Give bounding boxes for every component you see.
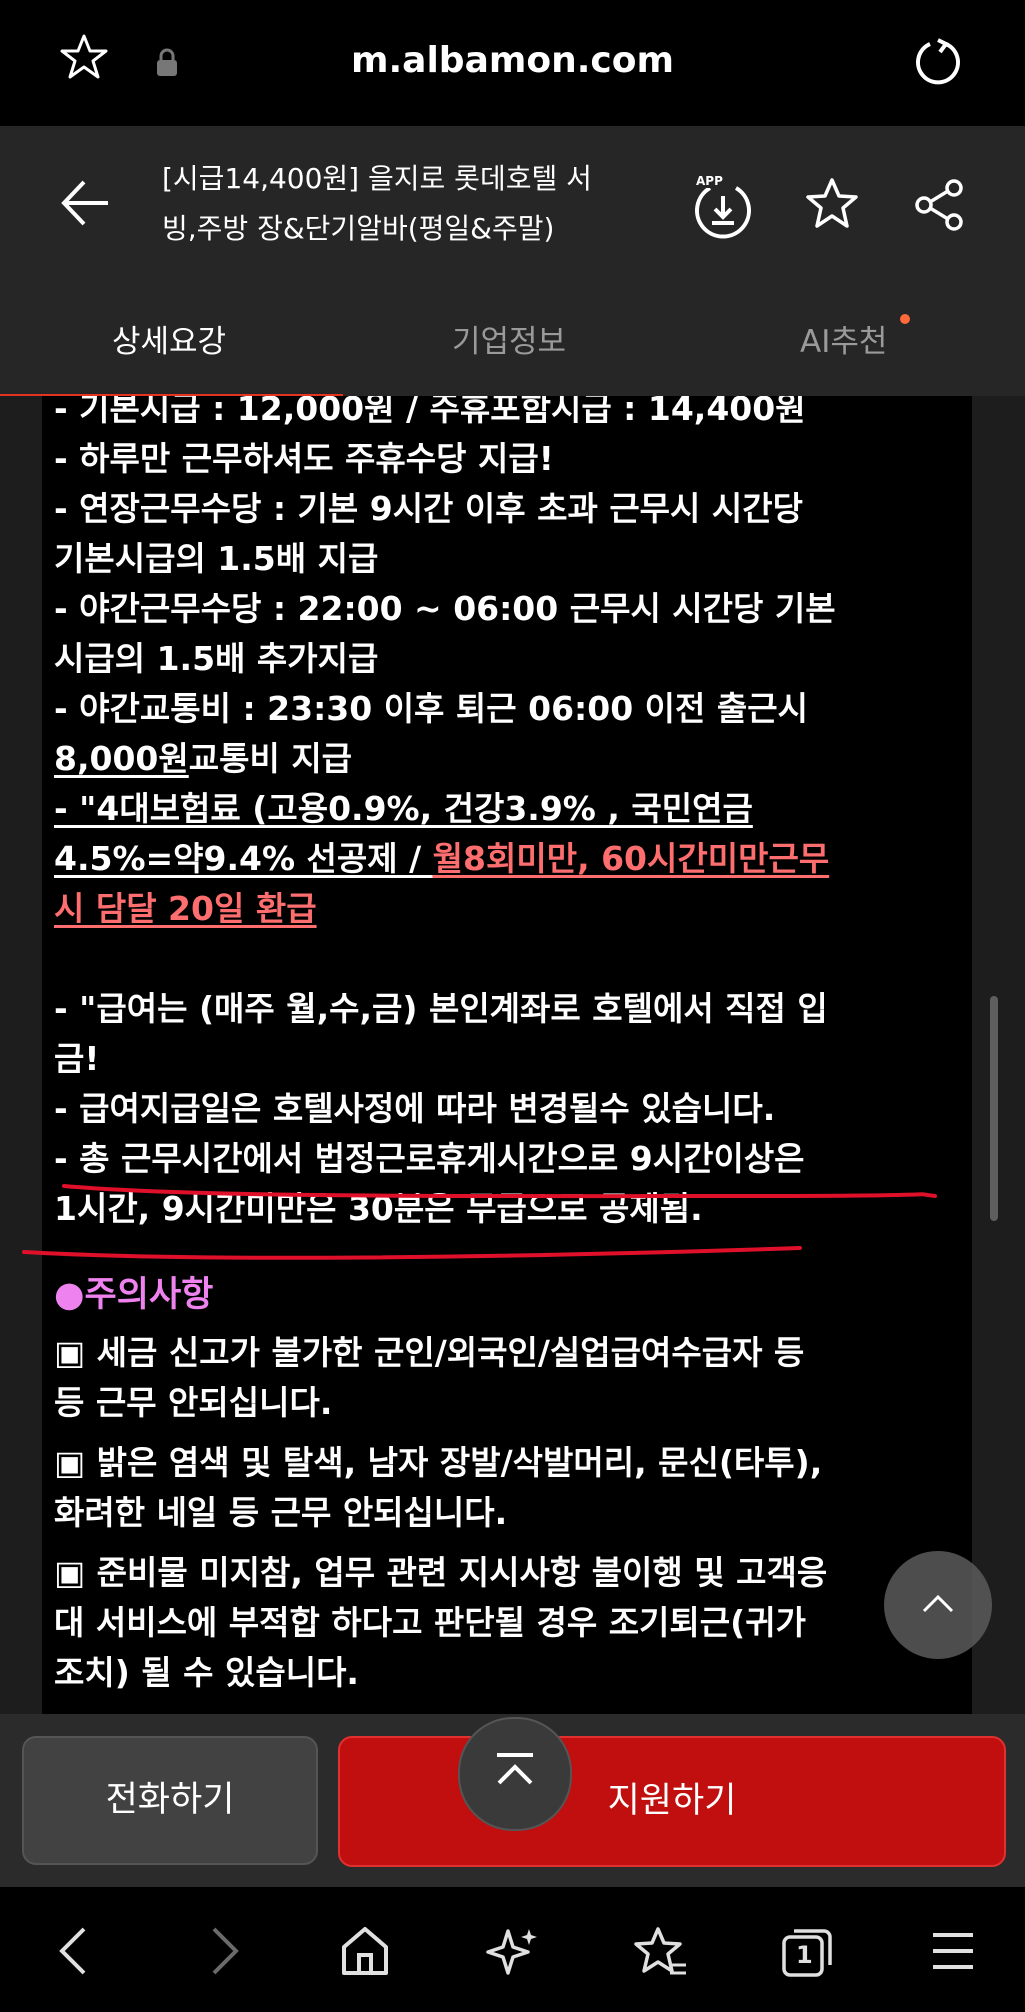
browser-nav-bar: 1	[0, 1887, 1025, 2012]
bookmark-star-icon[interactable]	[804, 176, 860, 232]
chevron-up-icon	[922, 1594, 954, 1613]
job-title: [시급14,400원] 을지로 롯데호텔 서 빙,주방 장&단기알바(평일&주말…	[162, 154, 662, 254]
scroll-top-icon	[497, 1753, 533, 1785]
tab-ai-recommend[interactable]: AI추천	[800, 316, 887, 361]
back-arrow-icon[interactable]	[58, 176, 112, 230]
reload-icon[interactable]	[912, 36, 964, 88]
tabs-button[interactable]: 1	[780, 1925, 834, 1979]
job-title-line2: 빙,주방 장&단기알바(평일&주말)	[162, 212, 555, 245]
tabs-count: 1	[796, 1941, 813, 1969]
tab-detail[interactable]: 상세요강	[112, 316, 226, 361]
job-header: [시급14,400원] 을지로 롯데호텔 서 빙,주방 장&단기알바(평일&주말…	[0, 126, 1025, 401]
scroll-up-button[interactable]	[458, 1717, 572, 1831]
call-button[interactable]: 전화하기	[22, 1736, 318, 1865]
scroll-to-top-button[interactable]	[884, 1551, 992, 1659]
browser-url-bar: m.albamon.com	[0, 0, 1025, 126]
sparkle-icon[interactable]	[486, 1925, 540, 1979]
menu-icon[interactable]	[930, 1929, 976, 1973]
bookmarks-star-icon[interactable]	[632, 1925, 688, 1979]
red-annotation-strokes	[22, 1184, 937, 1260]
home-icon[interactable]	[338, 1925, 392, 1977]
detail-content: - 기본시급 : 12,000원 / 주휴포함시급 : 14,400원 - 하루…	[0, 396, 1025, 1714]
back-icon[interactable]	[54, 1925, 94, 1977]
job-title-line1: [시급14,400원] 을지로 롯데호텔 서	[162, 162, 592, 195]
share-icon[interactable]	[914, 178, 966, 232]
forward-icon[interactable]	[204, 1925, 244, 1977]
app-download-button[interactable]: APP	[690, 174, 756, 240]
app-badge: APP	[696, 174, 723, 188]
url-text[interactable]: m.albamon.com	[0, 40, 1025, 81]
apply-button[interactable]: 지원하기	[338, 1736, 1006, 1867]
ai-new-dot	[900, 314, 910, 324]
tab-company-info[interactable]: 기업정보	[452, 316, 566, 361]
